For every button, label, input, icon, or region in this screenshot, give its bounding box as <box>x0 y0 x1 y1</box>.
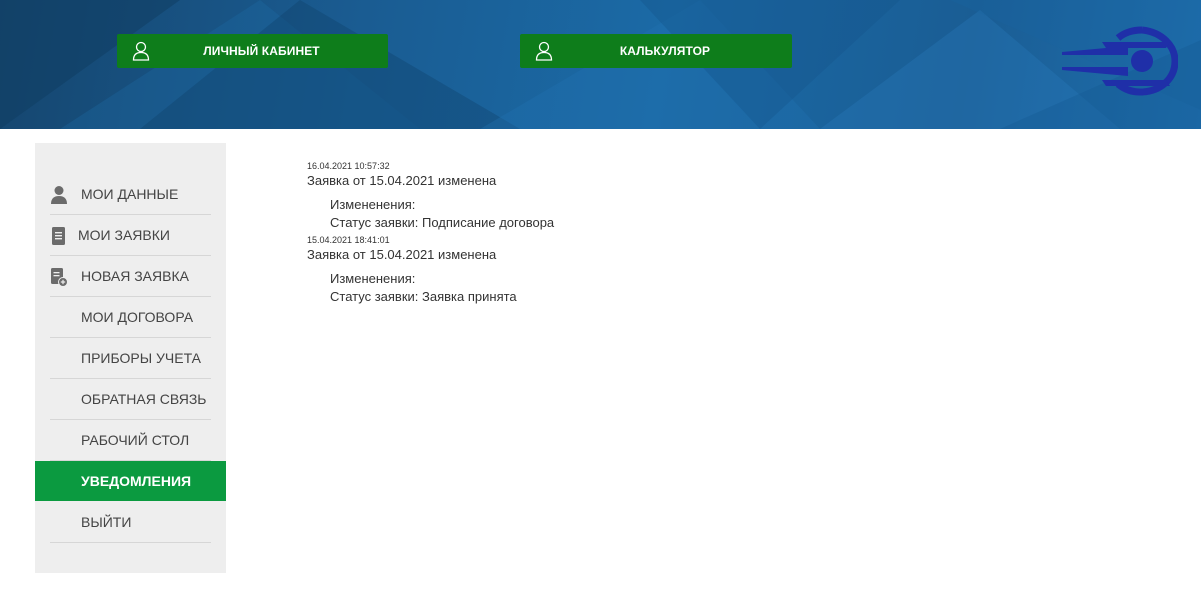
sidebar-menu: МОИ ДАННЫЕ МОИ ЗАЯВКИ НОВАЯ ЗАЯВКА МОИ Д… <box>35 174 226 543</box>
new-document-icon <box>51 268 68 287</box>
calculator-button[interactable]: КАЛЬКУЛЯТОР <box>520 34 792 68</box>
sidebar-item-label: НОВАЯ ЗАЯВКА <box>81 268 189 284</box>
notification-item: 15.04.2021 18:41:01 Заявка от 15.04.2021… <box>307 235 1107 306</box>
sidebar-item-meters[interactable]: ПРИБОРЫ УЧЕТА <box>35 338 226 379</box>
notification-item: 16.04.2021 10:57:32 Заявка от 15.04.2021… <box>307 161 1107 232</box>
notification-changes-label: Измененения: <box>330 271 416 286</box>
sidebar-item-desktop[interactable]: РАБОЧИЙ СТОЛ <box>35 420 226 461</box>
personal-cabinet-button[interactable]: ЛИЧНЫЙ КАБИНЕТ <box>117 34 388 68</box>
document-icon <box>52 227 65 245</box>
company-logo-icon[interactable] <box>1062 24 1178 98</box>
sidebar-item-label: РАБОЧИЙ СТОЛ <box>81 432 190 448</box>
notification-change-text: Статус заявки: Подписание договора <box>330 215 555 230</box>
notifications-list: 16.04.2021 10:57:32 Заявка от 15.04.2021… <box>307 161 1107 309</box>
sidebar-item-label: ПРИБОРЫ УЧЕТА <box>81 350 201 366</box>
user-icon <box>51 186 67 204</box>
sidebar-item-feedback[interactable]: ОБРАТНАЯ СВЯЗЬ <box>35 379 226 420</box>
sidebar-item-my-data[interactable]: МОИ ДАННЫЕ <box>35 174 226 215</box>
sidebar-item-my-requests[interactable]: МОИ ЗАЯВКИ <box>35 215 226 256</box>
sidebar-item-logout[interactable]: ВЫЙТИ <box>35 502 226 543</box>
sidebar: МОИ ДАННЫЕ МОИ ЗАЯВКИ НОВАЯ ЗАЯВКА МОИ Д… <box>35 143 226 573</box>
notification-change-text: Статус заявки: Заявка принята <box>330 289 517 304</box>
sidebar-item-my-contracts[interactable]: МОИ ДОГОВОРА <box>35 297 226 338</box>
notification-timestamp: 16.04.2021 10:57:32 <box>307 161 390 171</box>
header-banner: ЛИЧНЫЙ КАБИНЕТ КАЛЬКУЛЯТОР <box>0 0 1201 129</box>
sidebar-item-new-request[interactable]: НОВАЯ ЗАЯВКА <box>35 256 226 297</box>
sidebar-item-label: МОИ ЗАЯВКИ <box>78 227 170 243</box>
notification-changes: Измененения: Статус заявки: Подписание д… <box>307 196 1107 232</box>
personal-cabinet-label: ЛИЧНЫЙ КАБИНЕТ <box>203 44 320 58</box>
sidebar-item-label: УВЕДОМЛЕНИЯ <box>81 473 192 489</box>
sidebar-item-label: ВЫЙТИ <box>81 514 132 530</box>
notification-changes-label: Измененения: <box>330 197 416 212</box>
sidebar-item-label: МОИ ДОГОВОРА <box>81 309 194 325</box>
notification-title: Заявка от 15.04.2021 изменена <box>307 247 497 262</box>
sidebar-item-label: ОБРАТНАЯ СВЯЗЬ <box>81 391 207 407</box>
notification-changes: Измененения: Статус заявки: Заявка приня… <box>307 270 1107 306</box>
calculator-label: КАЛЬКУЛЯТОР <box>619 44 711 58</box>
notification-title: Заявка от 15.04.2021 изменена <box>307 173 497 188</box>
notification-timestamp: 15.04.2021 18:41:01 <box>307 235 390 245</box>
sidebar-item-notifications[interactable]: УВЕДОМЛЕНИЯ <box>35 461 226 501</box>
sidebar-item-label: МОИ ДАННЫЕ <box>81 186 179 202</box>
